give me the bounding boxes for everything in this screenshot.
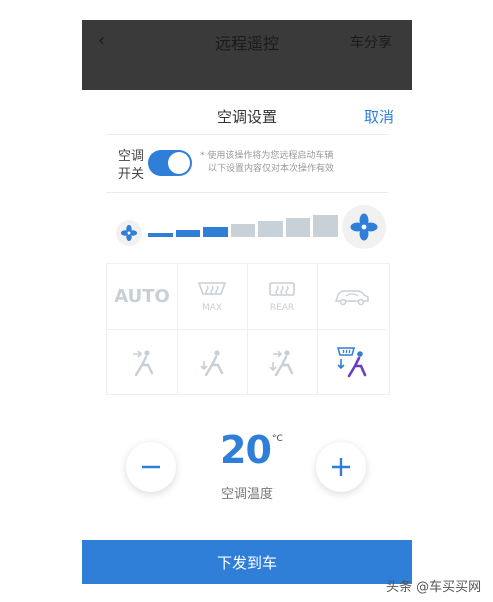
toggle-knob bbox=[168, 152, 190, 174]
airflow-windshield-feet-button[interactable] bbox=[317, 329, 387, 394]
rear-label: REAR bbox=[269, 303, 295, 313]
recirculation-button[interactable] bbox=[317, 264, 387, 330]
ac-switch-label-line1: 空调 bbox=[117, 149, 144, 164]
cancel-button[interactable]: 取消 bbox=[364, 106, 394, 127]
minus-icon bbox=[142, 465, 160, 469]
divider bbox=[106, 134, 388, 135]
temperature-unit: °C bbox=[272, 434, 283, 444]
sheet-title: 空调设置 bbox=[216, 108, 277, 126]
temperature-label: 空调温度 bbox=[220, 487, 273, 502]
send-to-car-button[interactable]: 下发到车 bbox=[82, 540, 412, 584]
max-label: MAX bbox=[201, 303, 223, 313]
auto-mode-button[interactable]: AUTO bbox=[107, 264, 178, 330]
airflow-face-icon bbox=[133, 349, 154, 376]
defrost-rear-button[interactable]: REAR bbox=[247, 264, 318, 330]
fan-speed-step[interactable] bbox=[148, 233, 173, 237]
mode-grid: AUTO MAX REAR bbox=[106, 263, 390, 395]
car-share-button[interactable]: 车分享 bbox=[350, 32, 392, 52]
fan-speed-step[interactable] bbox=[175, 230, 201, 237]
note-line2: 以下设置内容仅对本次操作有效 bbox=[208, 164, 335, 174]
watermark: 头条 @车买买网 bbox=[386, 580, 482, 595]
ac-switch-label-line2: 开关 bbox=[117, 167, 144, 182]
airflow-feet-button[interactable] bbox=[177, 329, 248, 394]
fan-low-icon[interactable] bbox=[116, 220, 142, 246]
airflow-face-button[interactable] bbox=[107, 329, 178, 394]
airflow-face-feet-icon bbox=[269, 349, 294, 376]
airflow-windshield-feet-icon bbox=[337, 346, 367, 377]
remote-control-screen: ‹ 远程遥控 车分享 空调设置 取消 空调 开关 * 使用该操作将为您远程启动车… bbox=[82, 20, 412, 584]
ac-switch-note: * 使用该操作将为您远程启动车辆 以下设置内容仅对本次操作有效 bbox=[200, 150, 334, 176]
fan-speed-slider[interactable] bbox=[148, 215, 338, 237]
airflow-face-feet-button[interactable] bbox=[247, 329, 318, 394]
plus-icon bbox=[332, 458, 350, 476]
top-bar: ‹ 远程遥控 车分享 bbox=[82, 20, 412, 90]
airflow-feet-icon bbox=[200, 349, 224, 376]
ac-switch-label: 空调 开关 bbox=[116, 148, 146, 184]
fan-speed-step[interactable] bbox=[285, 218, 311, 237]
fan-speed-step[interactable] bbox=[230, 224, 256, 237]
divider bbox=[106, 192, 388, 193]
fan-high-icon[interactable] bbox=[342, 205, 386, 249]
defrost-max-button[interactable]: MAX bbox=[177, 264, 248, 330]
temperature-value: 20 bbox=[220, 428, 272, 472]
fan-speed-step[interactable] bbox=[313, 215, 338, 237]
auto-label: AUTO bbox=[114, 286, 170, 307]
fan-speed-step[interactable] bbox=[258, 221, 283, 237]
ac-power-toggle[interactable] bbox=[148, 150, 192, 176]
windshield-defrost-icon bbox=[197, 282, 227, 295]
car-recirculation-icon bbox=[334, 289, 369, 305]
fan-speed-step[interactable] bbox=[203, 227, 228, 237]
note-line1: * 使用该操作将为您远程启动车辆 bbox=[200, 151, 334, 161]
temperature-increase-button[interactable] bbox=[316, 442, 366, 492]
rear-defrost-icon bbox=[269, 282, 295, 296]
